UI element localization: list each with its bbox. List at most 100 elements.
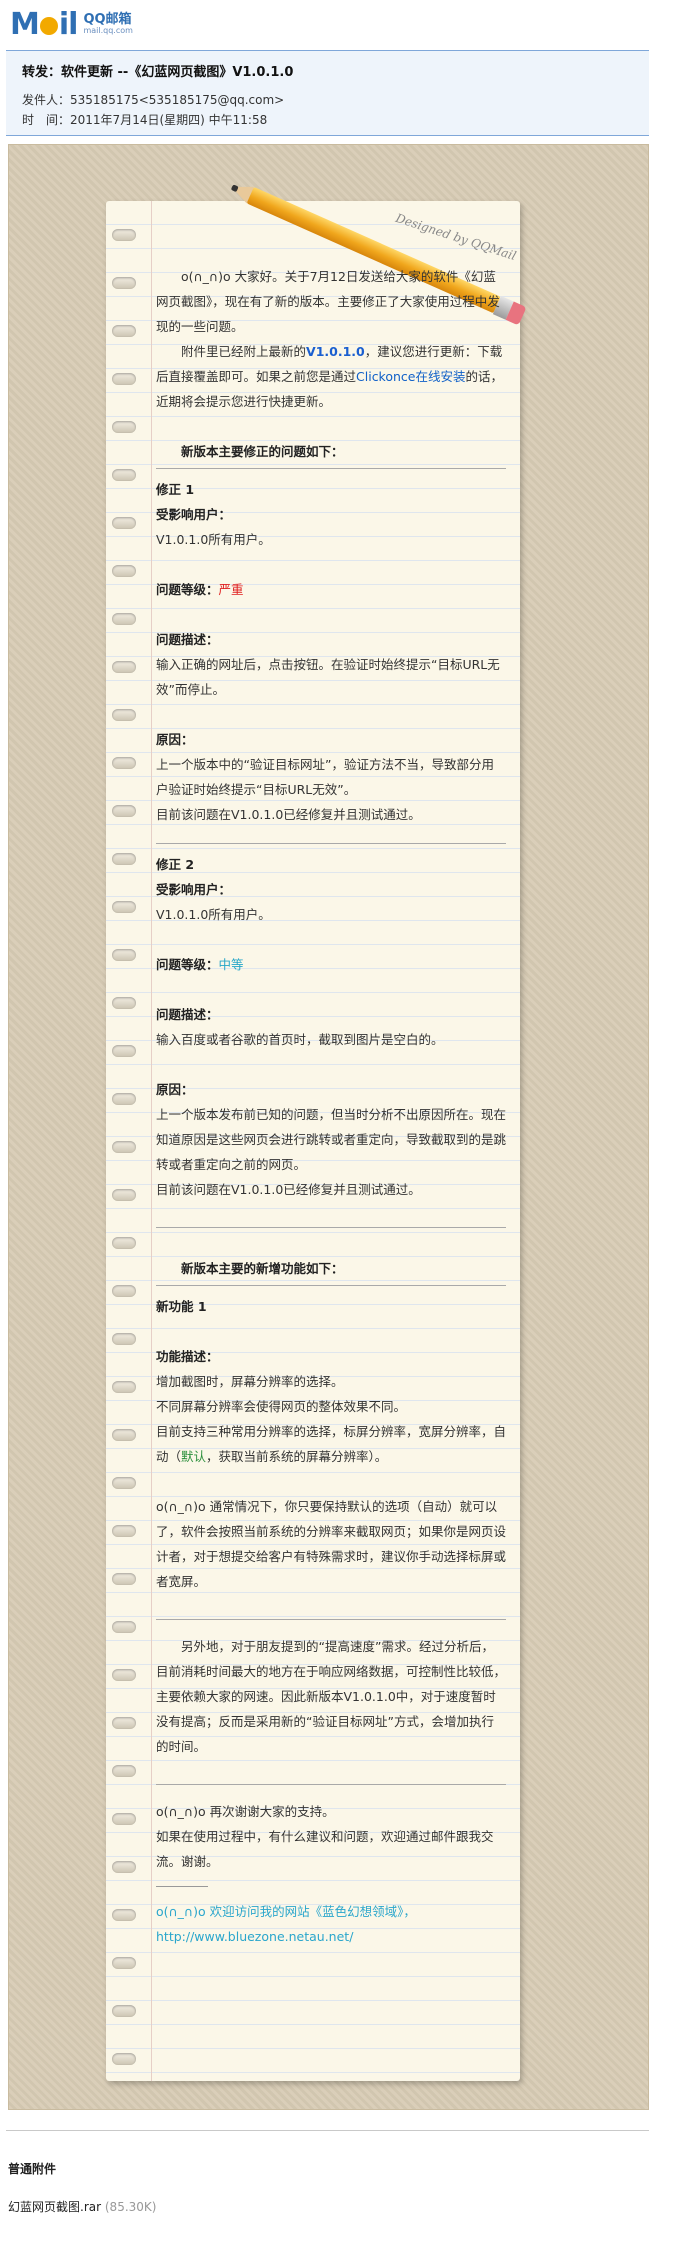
binder-ring: [112, 709, 136, 721]
speed-paragraph: 另外地，对于朋友提到的“提高速度”需求。经过分析后，目前消耗时间最大的地方在于响…: [156, 1639, 507, 1754]
mail-header: 转发：软件更新 --《幻蓝网页截图》V1.0.1.0 发件人：535185175…: [6, 50, 649, 136]
attachment-size: (85.30K): [104, 2200, 157, 2214]
attachments-title: 普通附件: [8, 2162, 57, 2176]
qqmail-logo[interactable]: Mil QQ邮箱 mail.qq.com: [0, 0, 679, 48]
fix1-level-row: 问题等级：严重: [156, 577, 506, 602]
site-line: o(∩_∩)o 欢迎访问我的网站《蓝色幻想领域》，: [156, 1904, 416, 1919]
fix2-users-label: 受影响用户：: [156, 882, 232, 897]
clickonce-link[interactable]: Clickonce在线安装: [356, 369, 465, 384]
mail-time-row: 时 间：2011年7月14日(星期四) 中午11:58: [22, 110, 633, 130]
binder-ring: [112, 1573, 136, 1585]
binder-ring: [112, 805, 136, 817]
binder-ring: [112, 1957, 136, 1969]
letter-body: o(∩_∩)o 大家好。关于7月12日发送给大家的软件《幻蓝网页截图》，现在有了…: [156, 264, 506, 1949]
binder-ring: [112, 1093, 136, 1105]
site-url-link[interactable]: http://www.bluezone.netau.net/: [156, 1924, 506, 1949]
binder-ring: [112, 1717, 136, 1729]
intro-paragraph: o(∩_∩)o 大家好。关于7月12日发送给大家的软件《幻蓝网页截图》，现在有了…: [156, 269, 500, 334]
divider: [156, 843, 506, 844]
fix1-cause-label: 原因：: [156, 732, 194, 747]
version-label: V1.0.1.0: [306, 344, 365, 359]
feedback-line: 如果在使用过程中，有什么建议和问题，欢迎通过邮件跟我交流。谢谢。: [156, 1829, 494, 1869]
binder-ring: [112, 1189, 136, 1201]
binder-ring: [112, 1045, 136, 1057]
binder-ring: [112, 1381, 136, 1393]
binder-ring: [112, 325, 136, 337]
binder-ring: [112, 2005, 136, 2017]
binder-ring: [112, 757, 136, 769]
attachment-name[interactable]: 幻蓝网页截图.rar: [8, 2200, 101, 2214]
binder-ring: [112, 1237, 136, 1249]
paper-margin-line: [151, 201, 152, 2081]
binder-ring: [112, 1477, 136, 1489]
fix1-title: 修正 1: [156, 482, 195, 497]
binder-ring: [112, 1669, 136, 1681]
binder-ring: [112, 613, 136, 625]
binder-ring: [112, 277, 136, 289]
binder-ring: [112, 421, 136, 433]
fix1-users-label: 受影响用户：: [156, 507, 232, 522]
feature1-line3: 目前支持三种常用分辨率的选择，标屏分辨率，宽屏分辨率，自动（默认，获取当前系统的…: [156, 1419, 506, 1469]
binder-ring: [112, 1429, 136, 1441]
binder-ring: [112, 1525, 136, 1537]
fix2-level: 中等: [218, 957, 244, 972]
logo-dot-icon: [39, 17, 58, 35]
fix2-status: 目前该问题在V1.0.1.0已经修复并且测试通过。: [156, 1182, 421, 1197]
binder-ring: [112, 661, 136, 673]
binder-ring: [112, 565, 136, 577]
from-address[interactable]: 535185175<535185175@qq.com>: [70, 93, 284, 107]
binder-ring: [112, 853, 136, 865]
binder-ring: [112, 469, 136, 481]
divider: [156, 1784, 506, 1785]
thanks-line: o(∩_∩)o 再次谢谢大家的支持。: [156, 1804, 335, 1819]
fix1-level: 严重: [218, 582, 244, 597]
mail-subject: 转发：软件更新 --《幻蓝网页截图》V1.0.1.0: [22, 65, 294, 80]
divider: [156, 1227, 506, 1228]
logo-subtitle: QQ邮箱 mail.qq.com: [83, 13, 132, 35]
binder-ring: [112, 1333, 136, 1345]
fix1-status: 目前该问题在V1.0.1.0已经修复并且测试通过。: [156, 807, 421, 822]
binder-ring: [112, 517, 136, 529]
binder-ring: [112, 1909, 136, 1921]
fixes-section-title: 新版本主要修正的问题如下：: [181, 444, 344, 459]
binder-ring: [112, 373, 136, 385]
fix2-desc: 输入百度或者谷歌的首页时，截取到图片是空白的。: [156, 1032, 444, 1047]
feature1-note: o(∩_∩)o 通常情况下，你只要保持默认的选项（自动）就可以了，软件会按照当前…: [156, 1499, 507, 1589]
update-text-a: 附件里已经附上最新的: [181, 344, 307, 359]
binder-ring: [112, 949, 136, 961]
binder-ring: [112, 229, 136, 241]
time-value: 2011年7月14日(星期四) 中午11:58: [70, 113, 268, 127]
logo-brand-url: mail.qq.com: [83, 25, 133, 35]
fix2-desc-label: 问题描述：: [156, 1007, 219, 1022]
attachments-divider: [6, 2130, 649, 2131]
attachment-item[interactable]: 幻蓝网页截图.rar (85.30K): [8, 2198, 156, 2215]
binder-ring: [112, 997, 136, 1009]
from-label: 发件人：: [22, 93, 71, 107]
feature1-desc-label: 功能描述：: [156, 1349, 219, 1364]
fix2-cause-label: 原因：: [156, 1082, 194, 1097]
signature-divider: [156, 1886, 208, 1887]
features-section-title: 新版本主要的新增功能如下：: [181, 1261, 344, 1276]
binder-ring: [112, 1285, 136, 1297]
logo-wordmark: Mil: [10, 7, 78, 42]
divider: [156, 1619, 506, 1620]
feature1-title: 新功能 1: [156, 1299, 207, 1314]
fix1-level-label: 问题等级：: [156, 582, 219, 597]
mail-from-row: 发件人：535185175<535185175@qq.com>: [22, 90, 633, 110]
logo-brand-cn: QQ邮箱: [83, 11, 132, 27]
binder-rings: [106, 201, 146, 2081]
binder-ring: [112, 2053, 136, 2065]
feature1-line3-b: ，获取当前系统的屏幕分辨率）。: [206, 1449, 388, 1464]
binder-ring: [112, 1765, 136, 1777]
fix1-users: V1.0.1.0所有用户。: [156, 532, 271, 547]
binder-ring: [112, 1861, 136, 1873]
feature1-line2: 不同屏幕分辨率会使得网页的整体效果不同。: [156, 1399, 407, 1414]
divider: [156, 1285, 506, 1286]
binder-ring: [112, 901, 136, 913]
fix2-cause: 上一个版本发布前已知的问题，但当时分析不出原因所在。现在知道原因是这些网页会进行…: [156, 1107, 507, 1172]
default-label: 默认: [181, 1449, 207, 1464]
binder-ring: [112, 1813, 136, 1825]
fix1-desc: 输入正确的网址后，点击按钮。在验证时始终提示“目标URL无效”而停止。: [156, 657, 500, 697]
fix2-users: V1.0.1.0所有用户。: [156, 907, 271, 922]
fix1-cause: 上一个版本中的“验证目标网址”，验证方法不当，导致部分用户验证时始终提示“目标U…: [156, 757, 494, 797]
